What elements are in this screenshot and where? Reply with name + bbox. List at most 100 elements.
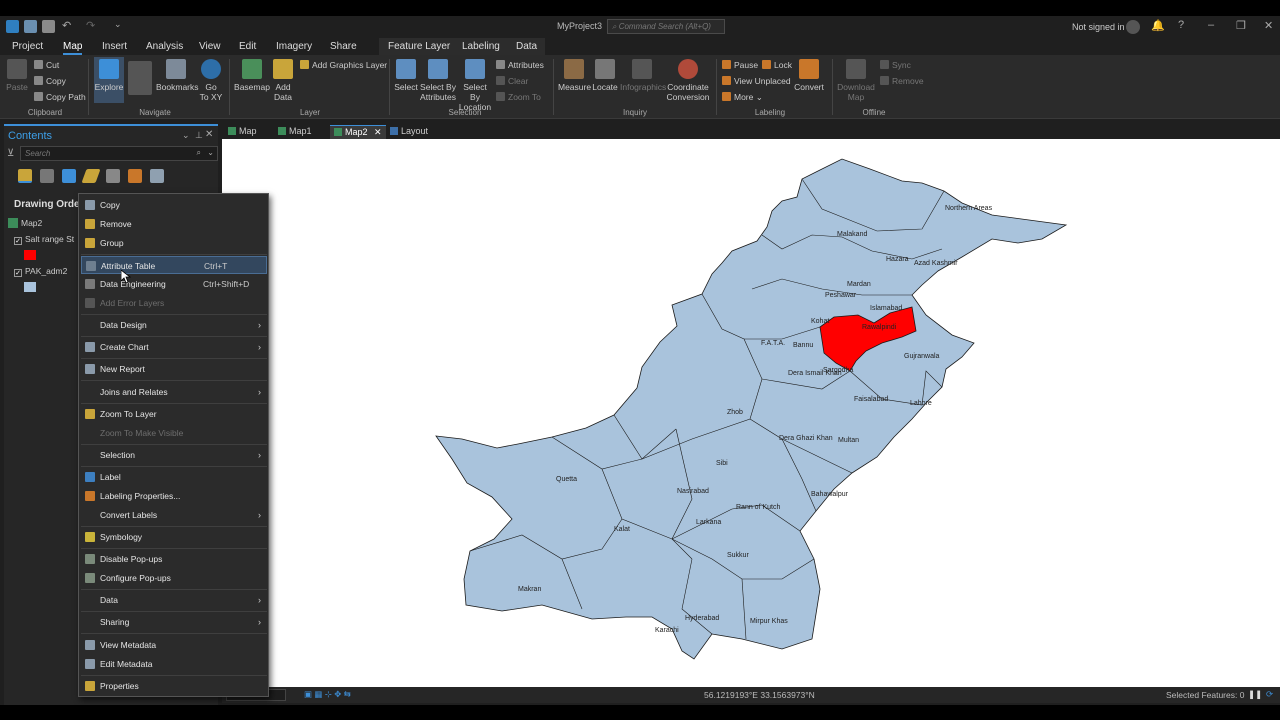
command-search-input[interactable]: ⌕ Command Search (Alt+Q) — [607, 19, 725, 34]
tab-edit[interactable]: Edit — [239, 41, 256, 52]
tab-view-map1[interactable]: Map1 — [274, 125, 316, 139]
filter-icon[interactable]: ⊻ — [7, 148, 14, 159]
user-avatar-icon[interactable] — [1126, 20, 1140, 34]
copy-path-button[interactable]: Copy Path — [34, 92, 86, 102]
refresh-icon[interactable]: ⟳ — [1266, 689, 1273, 700]
pause-labels-button[interactable]: Pause — [722, 60, 758, 70]
menu-item-disable-pop-ups[interactable]: Disable Pop-ups — [81, 550, 267, 568]
layer-swatch-blue[interactable] — [24, 282, 36, 292]
navigation-tools-icon[interactable] — [128, 61, 152, 95]
locate-button[interactable]: Locate — [592, 59, 618, 92]
bookmarks-button[interactable]: Bookmarks — [156, 59, 199, 92]
menu-item-view-metadata[interactable]: View Metadata — [81, 636, 267, 654]
menu-item-new-report[interactable]: New Report — [81, 360, 267, 378]
tab-view-map2[interactable]: Map2 ✕ — [330, 125, 386, 139]
remove-offline-button[interactable]: Remove — [880, 76, 924, 86]
layer-item-pak-adm2[interactable]: ✓ PAK_adm2 — [14, 266, 67, 277]
select-by-location-button[interactable]: Select By Location — [458, 59, 492, 112]
download-map-button[interactable]: Download Map — [836, 59, 876, 102]
close-pane-icon[interactable]: ✕ — [205, 129, 213, 140]
layer-swatch-red[interactable] — [24, 250, 36, 260]
minimize-icon[interactable]: – — [1208, 19, 1214, 31]
menu-item-labeling-properties[interactable]: Labeling Properties... — [81, 487, 267, 505]
menu-item-create-chart[interactable]: Create Chart › — [81, 338, 267, 356]
chevron-down-icon[interactable]: ⌄ — [207, 148, 214, 157]
tab-project[interactable]: Project — [12, 41, 43, 52]
menu-item-convert-labels[interactable]: Convert Labels › — [81, 506, 267, 524]
search-icon[interactable]: ⌕ — [197, 148, 201, 158]
tab-view-map[interactable]: Map — [224, 125, 261, 139]
view-unplaced-button[interactable]: View Unplaced — [722, 76, 791, 86]
list-by-selection-icon[interactable] — [62, 169, 76, 183]
tab-feature-layer[interactable]: Feature Layer — [388, 41, 450, 52]
menu-item-sharing[interactable]: Sharing › — [81, 613, 267, 631]
new-project-icon[interactable] — [24, 20, 37, 33]
menu-item-remove[interactable]: Remove — [81, 215, 267, 233]
contents-search-input[interactable]: Search ⌕ ⌄ — [20, 146, 218, 161]
infographics-button[interactable]: Infographics — [620, 59, 666, 92]
select-by-attributes-button[interactable]: Select By Attributes — [420, 59, 456, 102]
list-by-editing-icon[interactable] — [81, 169, 101, 183]
basemap-button[interactable]: Basemap — [234, 59, 270, 92]
add-data-button[interactable]: Add Data — [270, 59, 296, 102]
select-button[interactable]: Select — [394, 59, 418, 92]
menu-item-joins-and-relates[interactable]: Joins and Relates › — [81, 383, 267, 401]
view-tools-icons[interactable]: ▣ ▦ ⊹ ✥ ⇆ — [304, 689, 374, 701]
layer-item-salt-range[interactable]: ✓ Salt range St — [14, 234, 74, 245]
menu-item-data-engineering[interactable]: Data Engineering Ctrl+Shift+D — [81, 275, 267, 293]
convert-labels-button[interactable]: Convert — [794, 59, 824, 92]
sign-in-status[interactable]: Not signed in — [1072, 22, 1125, 32]
list-by-snapping-icon[interactable] — [106, 169, 120, 183]
menu-item-zoom-to-layer[interactable]: Zoom To Layer — [81, 405, 267, 423]
menu-item-edit-metadata[interactable]: Edit Metadata — [81, 655, 267, 673]
tab-imagery[interactable]: Imagery — [276, 41, 312, 52]
tab-labeling[interactable]: Labeling — [462, 41, 500, 52]
menu-item-add-error-layers[interactable]: Add Error Layers — [81, 294, 267, 312]
map-view[interactable]: Northern Areas Malakand Hazara Azad Kash… — [222, 139, 1280, 687]
explore-button[interactable]: Explore — [94, 57, 124, 103]
tab-view-layout[interactable]: Layout — [386, 125, 432, 139]
paste-button[interactable]: Paste — [6, 59, 28, 92]
tab-analysis[interactable]: Analysis — [146, 41, 183, 52]
close-window-icon[interactable]: ✕ — [1264, 19, 1273, 32]
redo-icon[interactable]: ↷ — [86, 19, 95, 32]
tab-map[interactable]: Map — [63, 41, 83, 55]
copy-button[interactable]: Copy — [34, 76, 66, 86]
sync-button[interactable]: Sync — [880, 60, 911, 70]
save-icon[interactable] — [42, 20, 55, 33]
pane-options-icon[interactable]: ⌄ — [182, 130, 190, 141]
pin-icon[interactable]: ⊥ — [195, 130, 203, 141]
more-labeling-button[interactable]: More ⌄ — [722, 92, 763, 103]
pakistan-outline[interactable] — [435, 158, 1068, 660]
menu-item-attribute-table[interactable]: Attribute Table Ctrl+T — [81, 256, 267, 274]
layer-visibility-checkbox[interactable]: ✓ — [14, 269, 22, 277]
pause-drawing-icon[interactable]: ❚❚ — [1248, 689, 1262, 700]
layer-visibility-checkbox[interactable]: ✓ — [14, 237, 22, 245]
close-tab-icon[interactable]: ✕ — [374, 127, 382, 137]
list-by-perspective-icon[interactable] — [150, 169, 164, 183]
coordinate-conversion-button[interactable]: Coordinate Conversion — [666, 59, 710, 102]
notifications-bell-icon[interactable]: 🔔 — [1151, 19, 1165, 32]
tab-insert[interactable]: Insert — [102, 41, 127, 52]
tab-view[interactable]: View — [199, 41, 221, 52]
clear-selection-button[interactable]: Clear — [496, 76, 528, 86]
list-by-data-source-icon[interactable] — [40, 169, 54, 183]
menu-item-properties[interactable]: Properties — [81, 677, 267, 695]
list-by-labeling-icon[interactable] — [128, 169, 142, 183]
menu-item-group[interactable]: Group — [81, 234, 267, 252]
menu-item-zoom-to-make-visible[interactable]: Zoom To Make Visible — [81, 424, 267, 442]
help-button[interactable]: ? — [1178, 19, 1184, 31]
list-by-drawing-order-icon[interactable] — [18, 169, 32, 183]
lock-labels-button[interactable]: Lock — [762, 60, 792, 70]
menu-item-configure-pop-ups[interactable]: Configure Pop-ups — [81, 569, 267, 587]
tab-share[interactable]: Share — [330, 41, 357, 52]
menu-item-symbology[interactable]: Symbology — [81, 528, 267, 546]
measure-button[interactable]: Measure — [558, 59, 591, 92]
undo-icon[interactable]: ↶ — [62, 19, 71, 32]
menu-item-data-design[interactable]: Data Design › — [81, 316, 267, 334]
add-graphics-layer-button[interactable]: Add Graphics Layer — [300, 60, 387, 70]
menu-item-data[interactable]: Data › — [81, 591, 267, 609]
customize-qat-icon[interactable]: ⌄ — [114, 19, 122, 30]
restore-icon[interactable]: ❐ — [1236, 19, 1246, 32]
map-node[interactable]: Map2 — [8, 218, 42, 228]
